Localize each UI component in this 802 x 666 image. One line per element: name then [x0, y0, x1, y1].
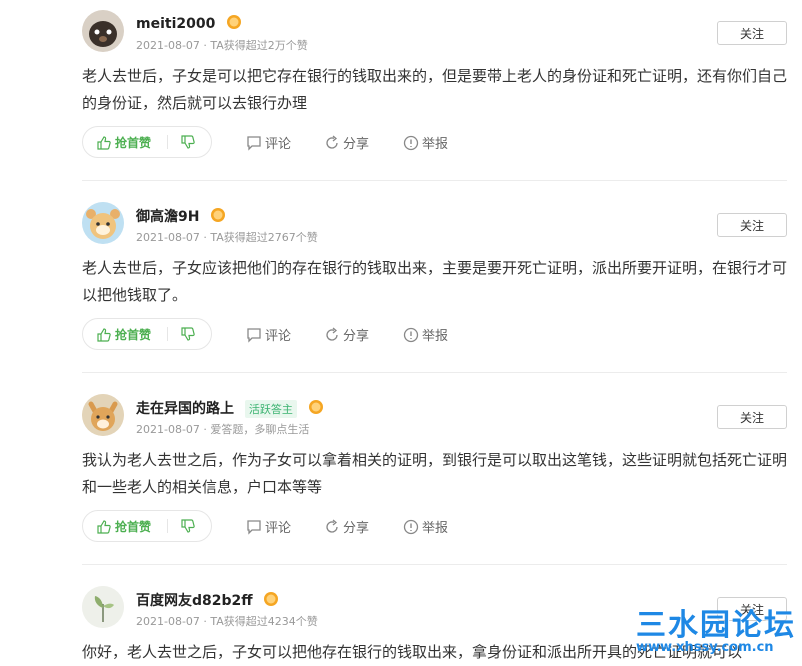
- share-button[interactable]: 分享: [324, 133, 369, 152]
- username[interactable]: meiti2000: [136, 14, 242, 34]
- report-button[interactable]: 举报: [403, 133, 448, 152]
- avatar[interactable]: [82, 202, 124, 244]
- comment-button[interactable]: 评论: [246, 325, 291, 344]
- answer-content: 老人去世后，子女是可以把它存在银行的钱取出来的，但是要带上老人的身份证和死亡证明…: [82, 67, 788, 112]
- thumbs-up-icon: [97, 520, 111, 534]
- warning-icon: [403, 519, 419, 535]
- report-button[interactable]: 举报: [403, 517, 448, 536]
- medal-badge-icon: [226, 14, 242, 34]
- thumbs-down-button[interactable]: [181, 518, 195, 537]
- comment-icon: [247, 520, 261, 535]
- warning-icon: [403, 135, 419, 151]
- answer-meta: 2021-08-07 · TA获得超过2767个赞: [136, 231, 318, 244]
- thumbs-down-icon: [181, 327, 195, 341]
- vote-box: 抢首赞: [82, 318, 212, 350]
- follow-button[interactable]: 关注: [717, 21, 787, 45]
- warning-icon: [403, 327, 419, 343]
- vote-box: 抢首赞: [82, 510, 212, 542]
- answer-content: 我认为老人去世之后，作为子女可以拿着相关的证明，到银行是可以取出这笔钱，这些证明…: [82, 451, 788, 496]
- site-watermark: 三水园论坛 www.xhssy.com.cn: [620, 598, 802, 666]
- divider: [82, 564, 787, 565]
- divider: [167, 519, 168, 533]
- share-icon: [326, 327, 338, 341]
- thumbs-down-icon: [181, 519, 195, 533]
- share-icon: [326, 135, 338, 149]
- divider: [82, 372, 787, 373]
- share-icon: [326, 519, 338, 533]
- like-button[interactable]: 抢首赞: [97, 326, 151, 343]
- watermark-logo-text: 三水园论坛: [636, 608, 796, 643]
- watermark-url: www.xhssy.com.cn: [636, 640, 774, 655]
- thumbs-up-icon: [97, 136, 111, 150]
- medal-badge-icon: [308, 399, 324, 419]
- comment-button[interactable]: 评论: [246, 133, 291, 152]
- share-button[interactable]: 分享: [324, 517, 369, 536]
- comment-icon: [247, 328, 261, 343]
- thumbs-down-button[interactable]: [181, 326, 195, 345]
- answer-content: 老人去世后，子女应该把他们的存在银行的钱取出来，主要是要开死亡证明，派出所要开证…: [82, 259, 788, 304]
- medal-badge-icon: [263, 591, 279, 611]
- thumbs-down-icon: [181, 135, 195, 149]
- divider: [82, 180, 787, 181]
- avatar[interactable]: [82, 586, 124, 628]
- like-button[interactable]: 抢首赞: [97, 518, 151, 535]
- username[interactable]: 走在异国的路上 活跃答主: [136, 398, 324, 419]
- avatar[interactable]: [82, 10, 124, 52]
- medal-badge-icon: [210, 207, 226, 227]
- like-button[interactable]: 抢首赞: [97, 134, 151, 151]
- share-button[interactable]: 分享: [324, 325, 369, 344]
- answer-meta: 2021-08-07 · TA获得超过2万个赞: [136, 39, 308, 52]
- vote-box: 抢首赞: [82, 126, 212, 158]
- report-button[interactable]: 举报: [403, 325, 448, 344]
- username[interactable]: 御高澹9H: [136, 206, 226, 227]
- answer-meta: 2021-08-07 · 爱答题，多聊点生活: [136, 423, 310, 436]
- comment-button[interactable]: 评论: [246, 517, 291, 536]
- divider: [167, 327, 168, 341]
- follow-button[interactable]: 关注: [717, 213, 787, 237]
- active-answerer-tag: 活跃答主: [244, 400, 297, 418]
- avatar[interactable]: [82, 394, 124, 436]
- answer-meta: 2021-08-07 · TA获得超过4234个赞: [136, 615, 318, 628]
- follow-button[interactable]: 关注: [717, 405, 787, 429]
- username[interactable]: 百度网友d82b2ff: [136, 590, 279, 611]
- divider: [167, 135, 168, 149]
- thumbs-up-icon: [97, 328, 111, 342]
- comment-icon: [247, 136, 261, 151]
- thumbs-down-button[interactable]: [181, 134, 195, 153]
